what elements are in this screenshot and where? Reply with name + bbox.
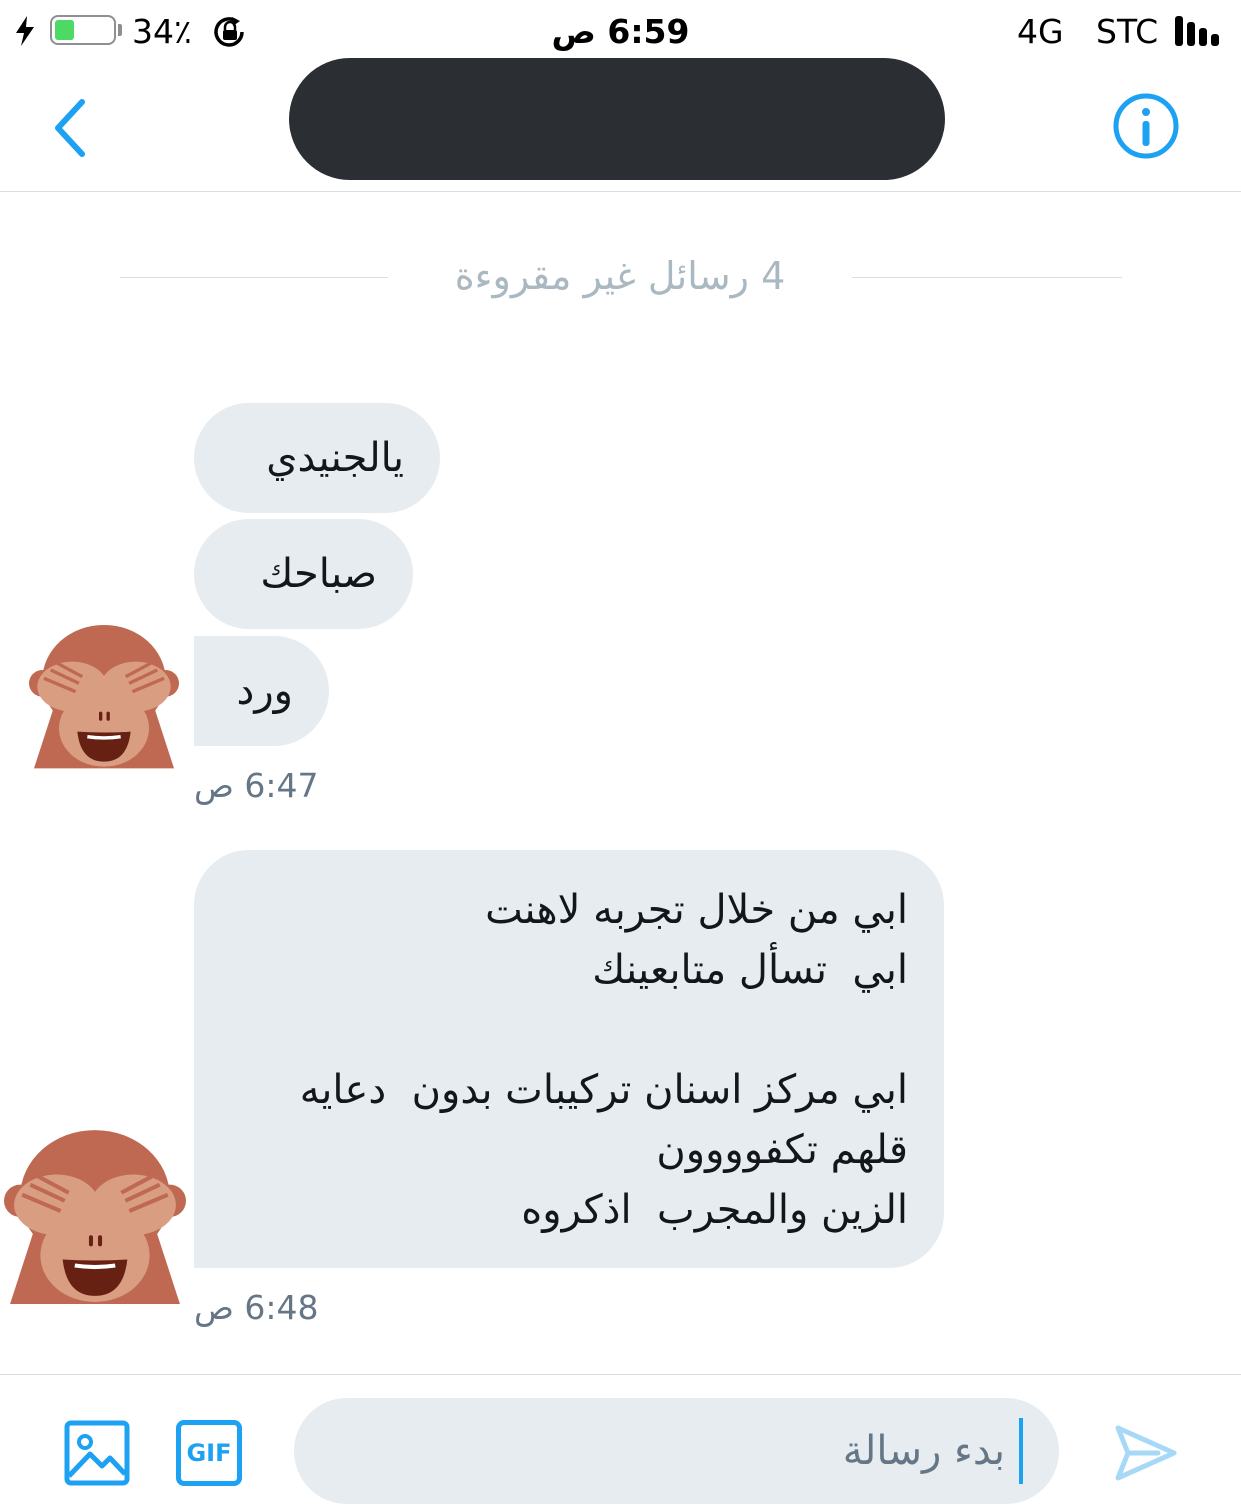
message-bubble[interactable]: صباحك: [194, 519, 413, 629]
message-input[interactable]: بدء رسالة: [294, 1398, 1059, 1504]
gif-button[interactable]: GIF: [176, 1420, 242, 1486]
status-bar: 34٪ 6:59 ص 4G STC: [0, 0, 1241, 64]
message-bubble[interactable]: ورد: [194, 636, 329, 746]
see-no-evil-monkey-icon[interactable]: [28, 620, 180, 770]
send-icon[interactable]: [1112, 1420, 1178, 1486]
signal-strength-icon: [1175, 16, 1219, 46]
network-type: 4G: [1017, 12, 1064, 51]
message-placeholder: بدء رسالة: [842, 1428, 1005, 1474]
message-text: صباحك: [260, 551, 377, 597]
gif-label: GIF: [186, 1439, 232, 1467]
info-icon[interactable]: [1110, 90, 1182, 162]
message-timestamp: 6:48 ص: [194, 1288, 319, 1327]
divider-line-right: [852, 277, 1122, 278]
see-no-evil-monkey-icon[interactable]: [4, 1124, 186, 1306]
conversation-title-redacted[interactable]: [289, 58, 945, 180]
message-text: ورد: [236, 668, 293, 714]
message-timestamp: 6:47 ص: [194, 766, 319, 805]
carrier-name: STC: [1096, 12, 1159, 51]
divider-line-left: [120, 277, 388, 278]
image-icon[interactable]: [64, 1420, 130, 1486]
message-text: يالجنيدي: [266, 435, 404, 481]
text-caret: [1019, 1418, 1023, 1484]
unread-messages-divider: 4 رسائل غير مقروءة: [454, 254, 786, 298]
message-bubble[interactable]: ابي من خلال تجربه لاهنت ابي تسأل متابعين…: [194, 850, 944, 1268]
chevron-left-icon[interactable]: [48, 96, 92, 160]
message-text: ابي من خلال تجربه لاهنت ابي تسأل متابعين…: [299, 887, 908, 1233]
message-bubble[interactable]: يالجنيدي: [194, 403, 440, 513]
